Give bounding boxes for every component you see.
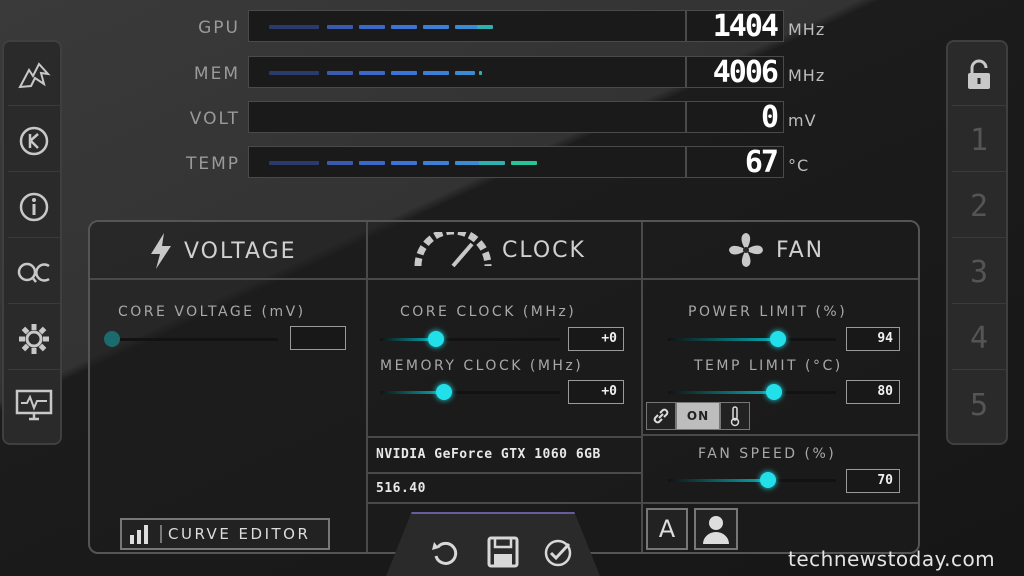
save-icon[interactable] xyxy=(487,536,521,570)
core-voltage-field[interactable] xyxy=(290,326,346,350)
curve-editor-label: CURVE EDITOR xyxy=(160,525,310,543)
profile-number: 2 xyxy=(969,189,989,224)
voltage-title: VOLTAGE xyxy=(184,238,297,264)
apply-icon[interactable] xyxy=(543,538,575,570)
gpu-value-box: 1404 xyxy=(686,9,784,44)
settings-gear-icon[interactable] xyxy=(8,308,60,370)
readout-value: 0 xyxy=(760,100,779,135)
gpu-name: NVIDIA GeForce GTX 1060 6GB xyxy=(376,447,601,462)
readout-label: VOLT xyxy=(189,109,240,129)
volt-value-box: 0 xyxy=(686,100,784,135)
fan-auto-button[interactable]: A xyxy=(646,508,688,550)
readout-label: GPU xyxy=(198,18,240,38)
bar-chart-icon xyxy=(130,525,148,544)
core-clock-field[interactable]: +0 xyxy=(568,327,624,351)
readout-label: TEMP xyxy=(185,154,240,174)
gpu-usage-bar xyxy=(248,10,686,42)
profile-number: 4 xyxy=(969,321,989,356)
fan-icon xyxy=(729,233,763,267)
power-limit-field[interactable]: 94 xyxy=(846,327,900,351)
oc-scanner-icon[interactable] xyxy=(8,242,60,304)
profile-number: 3 xyxy=(969,255,989,290)
user-icon xyxy=(703,516,729,544)
profile-number: 1 xyxy=(969,123,989,158)
fan-speed-knob[interactable] xyxy=(760,472,776,488)
curve-editor-button[interactable]: CURVE EDITOR xyxy=(120,518,330,550)
memory-clock-field[interactable]: +0 xyxy=(568,380,624,404)
readout-value: 1404 xyxy=(712,9,779,44)
lightning-icon xyxy=(151,233,171,269)
fan-title: FAN xyxy=(776,237,825,263)
profile-3-button[interactable]: 3 xyxy=(952,242,1006,304)
thermometer-button[interactable] xyxy=(720,402,750,430)
control-panel: VOLTAGE CORE VOLTAGE (mV) CURVE EDITOR C… xyxy=(88,220,920,554)
temp-limit-label: TEMP LIMIT (°C) xyxy=(694,358,843,374)
watermark: technewstoday.com xyxy=(788,547,996,571)
memory-clock-knob[interactable] xyxy=(436,384,452,400)
memory-clock-label: MEMORY CLOCK (MHz) xyxy=(380,358,584,374)
core-clock-label: CORE CLOCK (MHz) xyxy=(400,304,577,320)
volt-usage-bar xyxy=(248,101,686,133)
clock-title: CLOCK xyxy=(502,237,586,263)
power-limit-knob[interactable] xyxy=(770,331,786,347)
temp-limit-field[interactable]: 80 xyxy=(846,380,900,404)
link-icon xyxy=(653,408,669,424)
monitor-icon[interactable] xyxy=(8,374,60,436)
info-icon[interactable] xyxy=(8,176,60,238)
speedometer-icon xyxy=(414,232,492,268)
temp-usage-bar xyxy=(248,146,686,178)
sync-toggle[interactable]: ON xyxy=(676,402,720,430)
profile-5-button[interactable]: 5 xyxy=(952,374,1006,436)
readout-unit: °C xyxy=(788,156,810,175)
readout-unit: MHz xyxy=(788,66,826,85)
core-clock-knob[interactable] xyxy=(428,331,444,347)
profile-4-button[interactable]: 4 xyxy=(952,308,1006,370)
profile-number: 5 xyxy=(969,387,989,423)
readout-value: 4006 xyxy=(712,55,779,90)
readout-unit: mV xyxy=(788,111,817,130)
reset-icon[interactable] xyxy=(430,538,462,570)
thermometer-icon xyxy=(730,406,740,427)
readout-unit: MHz xyxy=(788,20,826,39)
mem-value-box: 4006 xyxy=(686,55,784,90)
kombustor-icon[interactable] xyxy=(8,110,60,172)
left-sidebar xyxy=(2,40,62,445)
fan-header: FAN xyxy=(726,230,824,270)
voltage-header: VOLTAGE xyxy=(148,232,297,270)
temp-limit-knob[interactable] xyxy=(766,384,782,400)
unlock-icon[interactable] xyxy=(952,44,1006,106)
clock-header: CLOCK xyxy=(414,232,586,268)
core-voltage-label: CORE VOLTAGE (mV) xyxy=(118,304,306,320)
fan-speed-field[interactable]: 70 xyxy=(846,469,900,493)
core-voltage-slider[interactable] xyxy=(110,338,278,341)
driver-version: 516.40 xyxy=(376,481,426,496)
right-sidebar: 1 2 3 4 5 xyxy=(946,40,1008,445)
readout-value: 67 xyxy=(744,145,779,180)
fan-speed-label: FAN SPEED (%) xyxy=(698,446,837,462)
core-voltage-knob[interactable] xyxy=(104,331,120,347)
fan-user-button[interactable] xyxy=(694,508,738,550)
link-button[interactable] xyxy=(646,402,676,430)
profile-1-button[interactable]: 1 xyxy=(952,110,1006,172)
profile-2-button[interactable]: 2 xyxy=(952,176,1006,238)
power-limit-label: POWER LIMIT (%) xyxy=(688,304,848,320)
mem-usage-bar xyxy=(248,56,686,88)
readout-label: MEM xyxy=(193,64,240,84)
temp-value-box: 67 xyxy=(686,145,784,180)
msi-dragon-icon[interactable] xyxy=(8,44,60,106)
